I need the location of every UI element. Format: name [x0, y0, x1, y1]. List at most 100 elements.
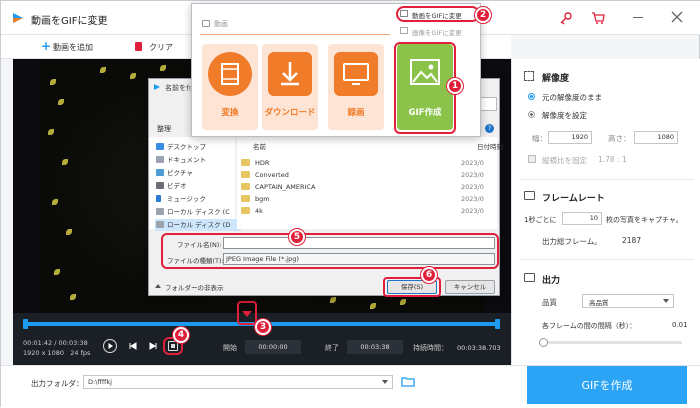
end-label: 終了: [325, 344, 339, 352]
clear-label: クリア: [149, 43, 173, 52]
organize-button[interactable]: 整理: [157, 124, 171, 134]
radio-icon: [528, 93, 535, 100]
chevron-up-icon[interactable]: [155, 284, 161, 288]
output-folder-label: 出力フォルダ：: [31, 379, 84, 388]
sidebar-item-pictures[interactable]: ピクチャ: [155, 167, 215, 179]
sidebar-item-documents[interactable]: ドキュメント: [155, 154, 215, 166]
key-icon[interactable]: [559, 11, 573, 25]
caret-down-icon[interactable]: [242, 311, 252, 317]
mode-menu: 動画 変換 ダウンロード 録画 GIF作成 動画をGIFに変更 画像をGIFに変…: [191, 3, 481, 137]
fps-value: 24 fps: [70, 349, 91, 357]
minimize-button[interactable]: [633, 17, 643, 18]
menu-item-image-to-gif[interactable]: 画像をGIFに変更: [400, 26, 478, 37]
column-date[interactable]: 日付時刻: [477, 141, 503, 151]
record-icon: [334, 52, 378, 96]
file-row[interactable]: HDR 2023/0: [241, 157, 491, 169]
sidebar-item-drive-d[interactable]: ローカル ディスク (D: [155, 219, 241, 231]
video-icon: [400, 10, 408, 17]
current-time-value: 00:01:42: [23, 339, 53, 347]
resolution-icon: [524, 71, 534, 81]
interval-label: 各フレームの間の間隔（秒）：: [542, 322, 637, 330]
create-gif-button[interactable]: GIFを作成: [527, 366, 687, 404]
add-video-button[interactable]: + 動画を追加: [41, 39, 101, 53]
frames-per-sec-input[interactable]: 10: [562, 212, 602, 225]
start-time-field[interactable]: 00:00:00: [245, 340, 301, 354]
next-frame-icon[interactable]: [149, 342, 157, 350]
filename-input[interactable]: [223, 237, 495, 249]
quality-value: 高品質: [589, 299, 609, 307]
sidebar-item-label: ローカル ディスク (C: [167, 208, 230, 216]
filetype-select[interactable]: JPEG Image File (*.jpg): [223, 253, 495, 265]
sidebar-item-desktop[interactable]: デスクトップ: [155, 141, 215, 153]
cart-icon[interactable]: [591, 11, 605, 25]
file-date: 2023/0: [461, 183, 484, 191]
sidebar-item-label: ビデオ: [167, 182, 187, 190]
sidebar-item-videos[interactable]: ビデオ: [155, 180, 215, 192]
step-badge: 5: [289, 229, 305, 245]
per-sec-prefix: 1秒ごとに: [524, 216, 557, 224]
per-sec-suffix: 枚の写真をキャプチャ。: [606, 216, 683, 224]
framerate-icon: [524, 191, 535, 200]
trash-icon: [135, 42, 142, 51]
tile-gif-maker[interactable]: GIF作成: [397, 44, 453, 130]
slider-handle[interactable]: [539, 338, 548, 347]
interval-value: 0.01: [672, 321, 688, 329]
clear-button[interactable]: クリア: [135, 41, 185, 53]
download-icon: [268, 52, 312, 96]
interval-slider[interactable]: [539, 338, 682, 347]
prev-frame-icon[interactable]: [129, 342, 137, 350]
folder-icon: [241, 183, 250, 190]
aspect-value: 1.78 : 1: [598, 155, 627, 164]
file-row[interactable]: CAPTAIN_AMERICA 2023/0: [241, 181, 491, 193]
file-row[interactable]: bgm 2023/0: [241, 193, 491, 205]
duration-value: 00:03:38.703: [457, 344, 501, 352]
menu-item-label: 動画をGIFに変更: [412, 12, 462, 20]
hide-folders-toggle[interactable]: フォルダーの非表示: [165, 282, 224, 292]
resolution-title: 解像度: [542, 74, 570, 84]
sidebar-item-label: ドキュメント: [167, 156, 206, 164]
divider: [520, 179, 694, 180]
image-icon: [400, 27, 408, 34]
close-button[interactable]: [671, 11, 683, 23]
width-input[interactable]: 1920: [548, 131, 592, 144]
play-button[interactable]: [103, 339, 117, 353]
sidebar-item-label: ピクチャ: [167, 169, 193, 177]
folder-icon: [241, 159, 250, 166]
timeline-start-handle[interactable]: [23, 319, 28, 329]
total-time-value: 00:03:38: [58, 339, 88, 347]
folder-icon[interactable]: [401, 376, 415, 387]
resolution-value: 1920 x 1080: [23, 349, 65, 357]
cancel-button[interactable]: キャンセル: [445, 280, 495, 294]
folder-icon: [241, 171, 250, 178]
sidebar-item-drive-c[interactable]: ローカル ディスク (C: [155, 206, 241, 218]
folder-icon: [241, 207, 250, 214]
snapshot-icon[interactable]: [168, 341, 178, 351]
tile-convert[interactable]: 変換: [202, 44, 258, 130]
output-folder-field[interactable]: D:\ffffkj: [83, 375, 393, 389]
step-badge: 6: [421, 267, 437, 283]
file-name: Converted: [255, 171, 289, 179]
menu-item-label: 画像をGIFに変更: [412, 29, 462, 37]
menu-item-video-to-gif[interactable]: 動画をGIFに変更: [400, 9, 478, 20]
tile-label: ダウンロード: [264, 108, 316, 118]
end-time-field[interactable]: 00:03:38: [347, 340, 403, 354]
start-label: 開始: [223, 344, 237, 352]
step-badge: 3: [255, 319, 271, 335]
bottom-bar: 出力フォルダ： D:\ffffkj GIFを作成: [1, 365, 700, 408]
file-date: 2023/0: [461, 159, 484, 167]
file-row[interactable]: 4k 2023/0: [241, 205, 491, 217]
height-input[interactable]: 1080: [634, 131, 678, 144]
tile-download[interactable]: ダウンロード: [262, 44, 318, 130]
timeline-end-handle[interactable]: [495, 319, 500, 329]
tile-record[interactable]: 録画: [328, 44, 384, 130]
file-row[interactable]: Converted 2023/0: [241, 169, 491, 181]
column-name[interactable]: 名前: [253, 141, 266, 151]
quality-select[interactable]: 高品質: [582, 294, 674, 308]
chevron-down-icon[interactable]: [382, 380, 388, 384]
dialog-title-icon: [153, 83, 161, 91]
help-icon[interactable]: ?: [485, 124, 494, 133]
sidebar-item-music[interactable]: ミュージック: [155, 193, 215, 205]
plus-icon: +: [41, 39, 52, 53]
aspect-checkbox[interactable]: [528, 155, 536, 163]
tile-label: GIF作成: [408, 108, 442, 118]
